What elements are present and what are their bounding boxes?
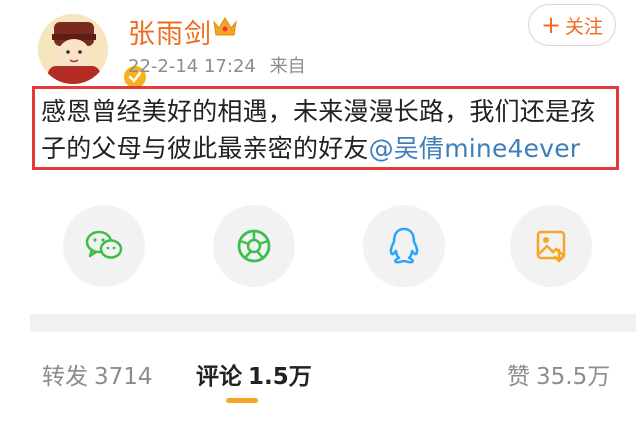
post-date: 22-2-14 17:24 [128,56,256,77]
save-image-icon [536,230,566,263]
post-content: 感恩曾经美好的相遇，未来漫漫长路，我们还是孩子的父母与彼此最亲密的好友@吴倩mi… [41,93,608,167]
post-source: 来自 [269,56,306,77]
repost-count: 3714 [94,364,153,390]
post-highlight-box: 感恩曾经美好的相遇，未来漫漫长路，我们还是孩子的父母与彼此最亲密的好友@吴倩mi… [32,86,619,170]
share-wechat-button[interactable] [63,205,145,287]
active-tab-indicator [226,398,258,403]
share-moments-button[interactable] [213,205,295,287]
follow-button[interactable]: + 关注 [528,4,616,46]
tab-like[interactable]: 赞 35.5万 [507,357,610,391]
tab-repost[interactable]: 转发 3714 [42,357,153,391]
avatar-illustration [38,14,108,84]
section-divider [30,314,636,332]
plus-icon: + [540,11,562,39]
crown-icon [212,14,238,42]
like-label: 赞 [507,364,530,390]
wechat-icon [85,230,123,259]
follow-label: 关注 [565,15,604,38]
avatar[interactable] [38,14,148,90]
comment-count: 1.5万 [248,364,312,390]
mention-link[interactable]: @吴倩mine4ever [369,134,581,163]
tab-comment[interactable]: 评论 1.5万 [196,357,312,391]
share-qq-button[interactable] [363,205,445,287]
like-count: 35.5万 [536,364,611,390]
comment-label: 评论 [196,364,242,390]
share-save-image-button[interactable] [510,205,592,287]
repost-label: 转发 [42,364,88,390]
moments-icon [237,229,271,263]
post-meta: 22-2-14 17:24 来自 [128,52,306,78]
share-row [0,205,636,289]
qq-icon [389,227,419,264]
username[interactable]: 张雨剑 [128,12,212,51]
